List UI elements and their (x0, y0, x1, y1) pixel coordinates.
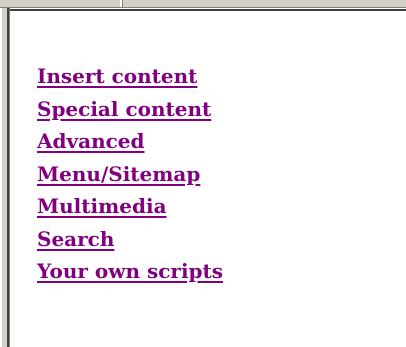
splitter-shadow (7, 8, 9, 347)
top-frame-strip (0, 0, 406, 8)
link-insert-content[interactable]: Insert content (37, 64, 197, 88)
frame-splitter[interactable] (0, 8, 10, 347)
link-your-own-scripts[interactable]: Your own scripts (37, 259, 223, 283)
list-item: Advanced (37, 125, 223, 158)
list-item: Search (37, 223, 223, 256)
list-item: Menu/Sitemap (37, 158, 223, 191)
navigation-menu: Insert content Special content Advanced … (37, 60, 223, 288)
list-item: Multimedia (37, 190, 223, 223)
link-search[interactable]: Search (37, 227, 114, 251)
link-multimedia[interactable]: Multimedia (37, 194, 167, 218)
link-special-content[interactable]: Special content (37, 97, 211, 121)
list-item: Your own scripts (37, 255, 223, 288)
list-item: Special content (37, 93, 223, 126)
list-item: Insert content (37, 60, 223, 93)
navigation-frame: Insert content Special content Advanced … (10, 9, 406, 347)
link-menu-sitemap[interactable]: Menu/Sitemap (37, 162, 200, 186)
link-advanced[interactable]: Advanced (37, 129, 145, 153)
splitter-highlight (0, 8, 2, 347)
frame-divider-notch (120, 0, 123, 7)
